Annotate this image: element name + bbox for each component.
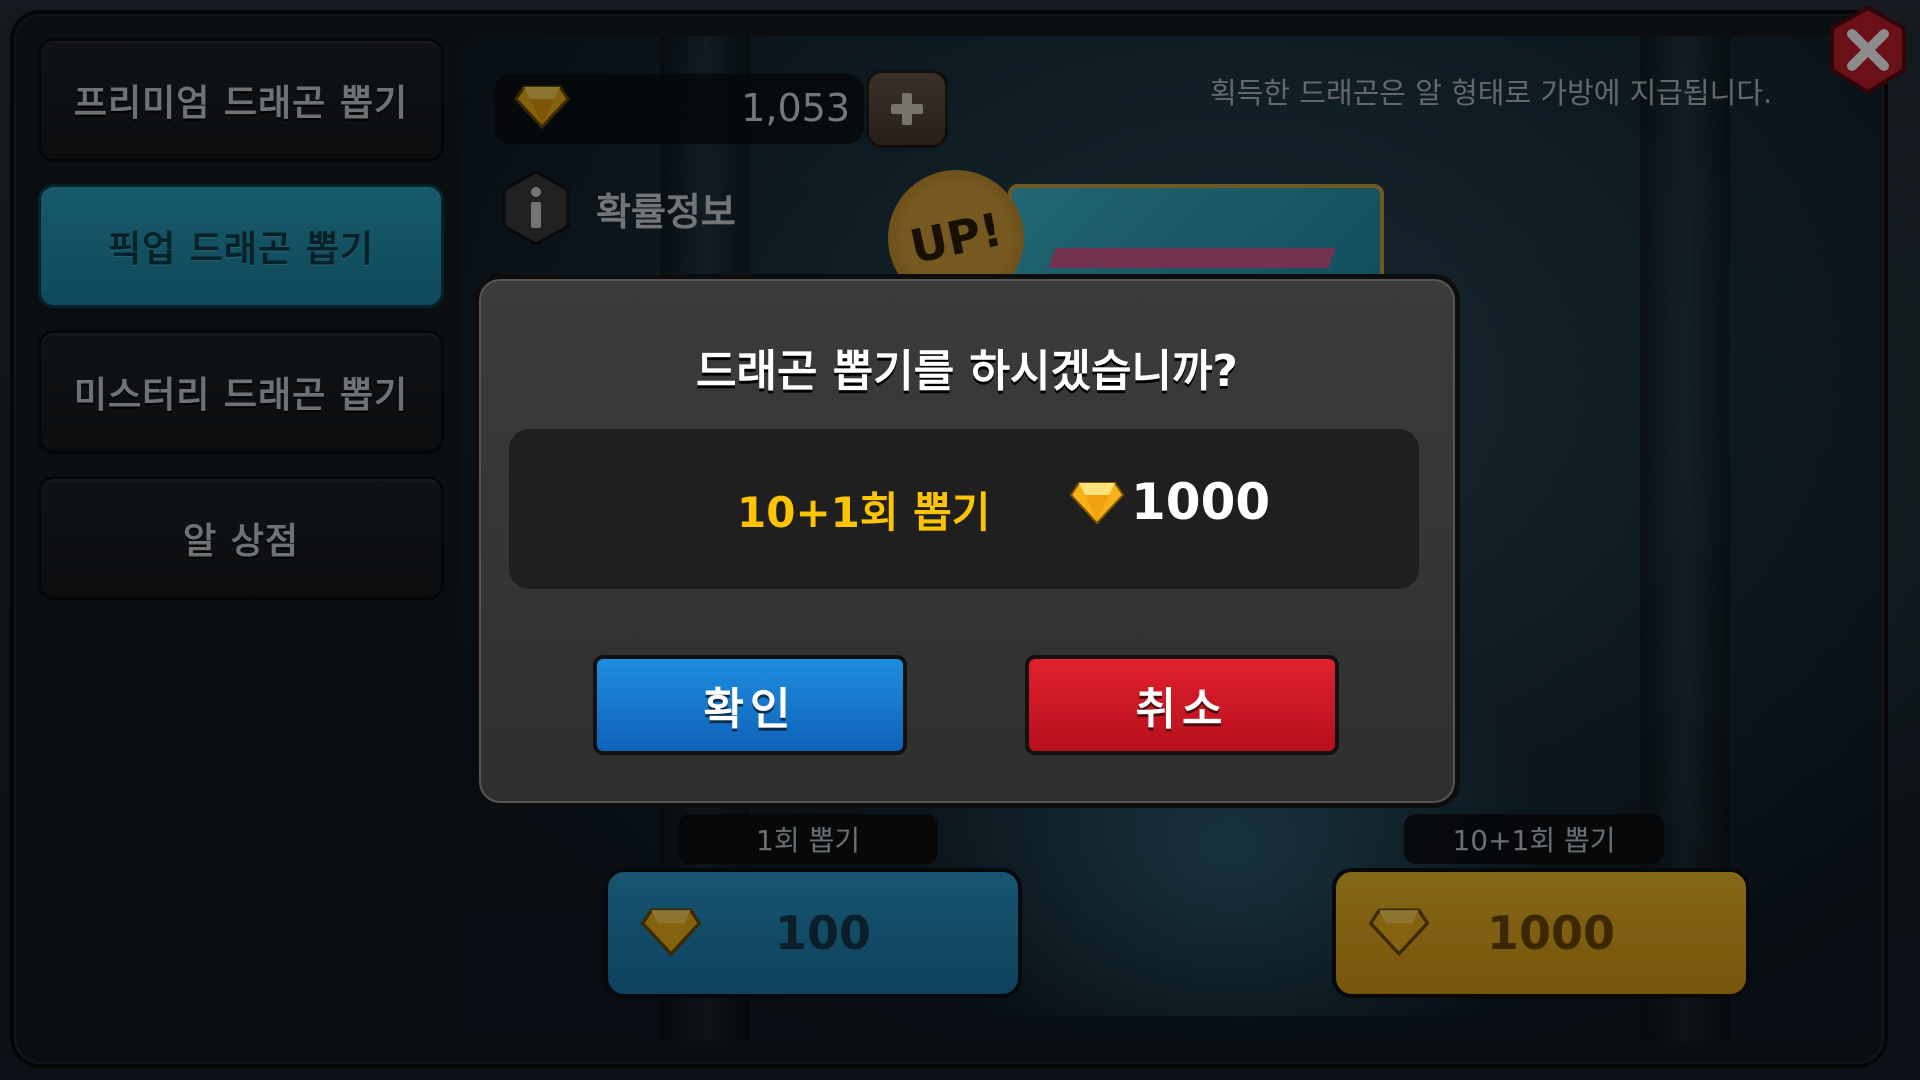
confirm-button[interactable]: 확인: [593, 655, 907, 755]
diamond-icon: [1069, 481, 1125, 529]
dialog-price: 1000: [1131, 473, 1271, 531]
dialog-option-label: 10+1회 뽑기: [737, 488, 991, 537]
dialog-summary: 10+1회 뽑기 1000: [509, 429, 1419, 589]
cancel-button[interactable]: 취소: [1025, 655, 1339, 755]
dialog-title: 드래곤 뽑기를 하시겠습니까?: [696, 346, 1238, 397]
confirm-dialog: 드래곤 뽑기를 하시겠습니까? 10+1회 뽑기 1000 확인 취소: [474, 274, 1460, 808]
